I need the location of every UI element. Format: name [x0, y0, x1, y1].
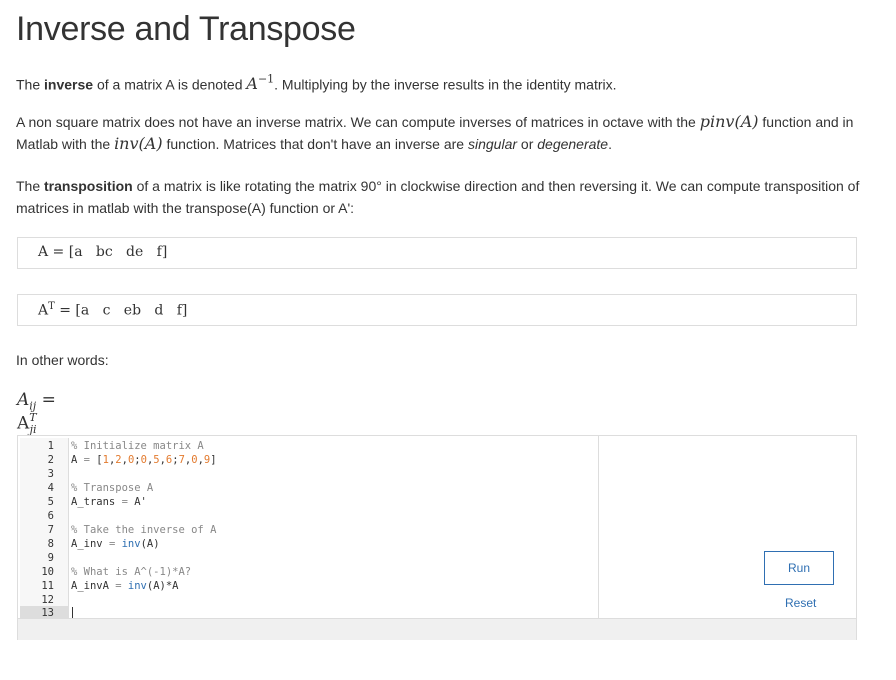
in-other-words-label: In other words:: [16, 352, 109, 368]
inv-math: inv(A): [114, 134, 163, 153]
line-number: 7: [47, 524, 54, 536]
matrix-a-formula: A = [a bc de f]: [38, 244, 168, 260]
code-editor[interactable]: 1 2 3 4 5 6 7 8 9 10 11 12 13 % Initiali…: [20, 438, 598, 620]
formula-box-a: A = [a bc de f]: [17, 237, 857, 269]
code-line: % Transpose A: [71, 482, 154, 494]
line-number: 3: [47, 468, 54, 480]
code-line: A_trans = A': [71, 496, 147, 508]
degenerate-term: degenerate: [537, 136, 609, 152]
inverse-paragraph: The inverse of a matrix A is denoted A−1…: [16, 73, 617, 94]
line-number: 11: [41, 580, 54, 592]
line-number: 8: [47, 538, 54, 550]
code-line: % Initialize matrix A: [71, 440, 204, 452]
formula-box-at: AT = [a c eb d f]: [17, 294, 857, 326]
non-square-paragraph: A non square matrix does not have an inv…: [16, 112, 854, 153]
run-button[interactable]: Run: [764, 551, 834, 585]
code-line: % What is A^(-1)*A?: [71, 566, 192, 578]
transposition-term: transposition: [44, 178, 133, 194]
line-number: 2: [47, 454, 54, 466]
pinv-math: pinv(A): [699, 112, 759, 131]
code-line: % Take the inverse of A: [71, 524, 217, 536]
code-line: A_inv = inv(A): [71, 538, 160, 550]
code-line: A = [1,2,0;0,5,6;7,0,9]: [71, 454, 217, 466]
line-number: 10: [41, 566, 54, 578]
reset-link[interactable]: Reset: [785, 596, 816, 610]
line-number: 4: [47, 482, 54, 494]
inverse-notation: A−1: [246, 73, 275, 94]
line-number: 12: [41, 594, 54, 606]
line-number: 9: [47, 552, 54, 564]
code-widget: 1 2 3 4 5 6 7 8 9 10 11 12 13 % Initiali…: [17, 435, 857, 640]
code-line: A_invA = inv(A)*A: [71, 580, 179, 592]
page: Inverse and Transpose The inverse of a m…: [0, 0, 896, 680]
line-number: 1: [47, 440, 54, 452]
aij-formula: Aij = ATji: [17, 390, 56, 437]
page-title: Inverse and Transpose: [16, 10, 356, 48]
inverse-term: inverse: [44, 76, 94, 93]
matrix-at-formula: AT = [a c eb d f]: [38, 301, 188, 319]
console-bar: [18, 618, 856, 640]
singular-term: singular: [467, 136, 518, 152]
output-pane: [599, 436, 856, 618]
line-number-gutter: 1 2 3 4 5 6 7 8 9 10 11 12 13: [20, 438, 69, 620]
line-number: 5: [47, 496, 54, 508]
transposition-paragraph: The transposition of a matrix is like ro…: [16, 178, 860, 216]
line-number: 6: [47, 510, 54, 522]
